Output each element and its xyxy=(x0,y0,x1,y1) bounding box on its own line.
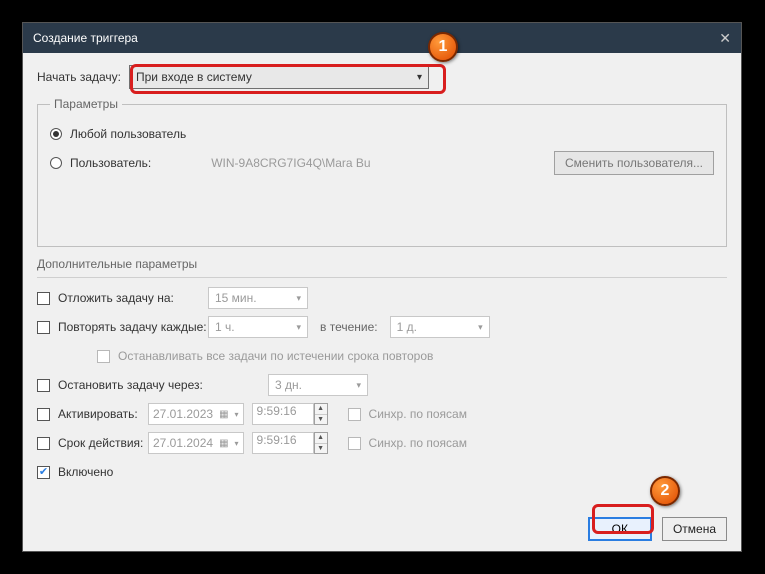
annotation-marker-2: 2 xyxy=(650,476,680,506)
stop-after-checkbox[interactable] xyxy=(37,379,50,392)
expire-label: Срок действия: xyxy=(58,436,148,450)
advanced-label: Дополнительные параметры xyxy=(37,257,727,271)
radio-specific-user[interactable] xyxy=(50,157,62,169)
stop-after-dropdown[interactable]: 3 дн. ▾ xyxy=(268,374,368,396)
stop-all-checkbox xyxy=(97,350,110,363)
sync-tz-checkbox-1 xyxy=(348,408,361,421)
activate-label: Активировать: xyxy=(58,407,148,421)
expire-time-spinner[interactable]: ▲▼ xyxy=(314,432,328,454)
radio-specific-user-label: Пользователь: xyxy=(70,156,151,170)
activate-date-input[interactable]: 27.01.2023 ▦ ▾ xyxy=(148,403,244,425)
repeat-label: Повторять задачу каждые: xyxy=(58,320,208,334)
stop-all-label: Останавливать все задачи по истечении ср… xyxy=(118,349,433,363)
activate-time-input[interactable]: 9:59:16 xyxy=(252,403,314,425)
chevron-down-icon: ▾ xyxy=(296,293,301,304)
radio-any-user[interactable] xyxy=(50,128,62,140)
expire-date-input[interactable]: 27.01.2024 ▦ ▾ xyxy=(148,432,244,454)
expire-time-input[interactable]: 9:59:16 xyxy=(252,432,314,454)
change-user-button[interactable]: Сменить пользователя... xyxy=(554,151,714,175)
chevron-down-icon: ▾ xyxy=(235,439,239,448)
begin-task-value: При входе в систему xyxy=(136,70,252,84)
sync-tz-label-2: Синхр. по поясам xyxy=(369,436,467,450)
repeat-checkbox[interactable] xyxy=(37,321,50,334)
annotation-marker-1: 1 xyxy=(428,32,458,62)
params-fieldset: Параметры Любой пользователь Пользовател… xyxy=(37,97,727,247)
repeat-dropdown[interactable]: 1 ч. ▾ xyxy=(208,316,308,338)
delay-dropdown[interactable]: 15 мин. ▾ xyxy=(208,287,308,309)
chevron-down-icon: ▾ xyxy=(356,380,361,391)
titlebar: Создание триггера ✕ xyxy=(23,23,741,53)
expire-checkbox[interactable] xyxy=(37,437,50,450)
radio-any-user-label: Любой пользователь xyxy=(70,127,186,141)
begin-task-dropdown[interactable]: При входе в систему ▾ xyxy=(129,65,429,89)
during-label: в течение: xyxy=(320,320,378,334)
stop-after-label: Остановить задачу через: xyxy=(58,378,268,392)
sync-tz-checkbox-2 xyxy=(348,437,361,450)
begin-task-label: Начать задачу: xyxy=(37,70,121,84)
cancel-button[interactable]: Отмена xyxy=(662,517,727,541)
user-value: WIN-9A8CRG7IG4Q\Mara Bu xyxy=(211,156,554,170)
enabled-label: Включено xyxy=(58,465,113,479)
calendar-icon: ▦ xyxy=(219,438,228,449)
window-title: Создание триггера xyxy=(33,31,138,45)
delay-label: Отложить задачу на: xyxy=(58,291,208,305)
chevron-down-icon: ▾ xyxy=(235,410,239,419)
chevron-down-icon: ▾ xyxy=(417,72,422,83)
enabled-checkbox[interactable] xyxy=(37,466,50,479)
calendar-icon: ▦ xyxy=(219,409,228,420)
ok-button[interactable]: ОК xyxy=(588,517,652,541)
sync-tz-label-1: Синхр. по поясам xyxy=(369,407,467,421)
params-legend: Параметры xyxy=(50,97,122,111)
close-icon[interactable]: ✕ xyxy=(719,30,731,47)
chevron-down-icon: ▾ xyxy=(478,322,483,333)
during-dropdown[interactable]: 1 д. ▾ xyxy=(390,316,490,338)
activate-time-spinner[interactable]: ▲▼ xyxy=(314,403,328,425)
activate-checkbox[interactable] xyxy=(37,408,50,421)
delay-checkbox[interactable] xyxy=(37,292,50,305)
create-trigger-dialog: Создание триггера ✕ Начать задачу: При в… xyxy=(22,22,742,552)
chevron-down-icon: ▾ xyxy=(296,322,301,333)
